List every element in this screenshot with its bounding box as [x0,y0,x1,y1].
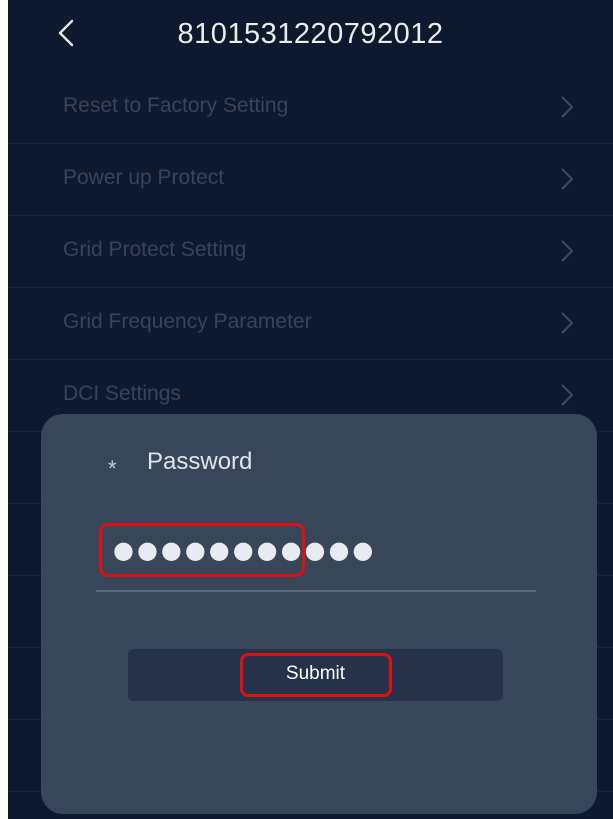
input-underline [96,590,536,592]
password-input[interactable] [113,532,533,568]
submit-button[interactable]: Submit [128,649,503,701]
app-screen: 8101531220792012 Reset to Factory Settin… [8,0,613,819]
password-dialog: * Password Submit [41,414,597,814]
password-label: Password [147,448,253,475]
required-asterisk: * [108,456,117,481]
submit-button-label: Submit [285,663,346,684]
